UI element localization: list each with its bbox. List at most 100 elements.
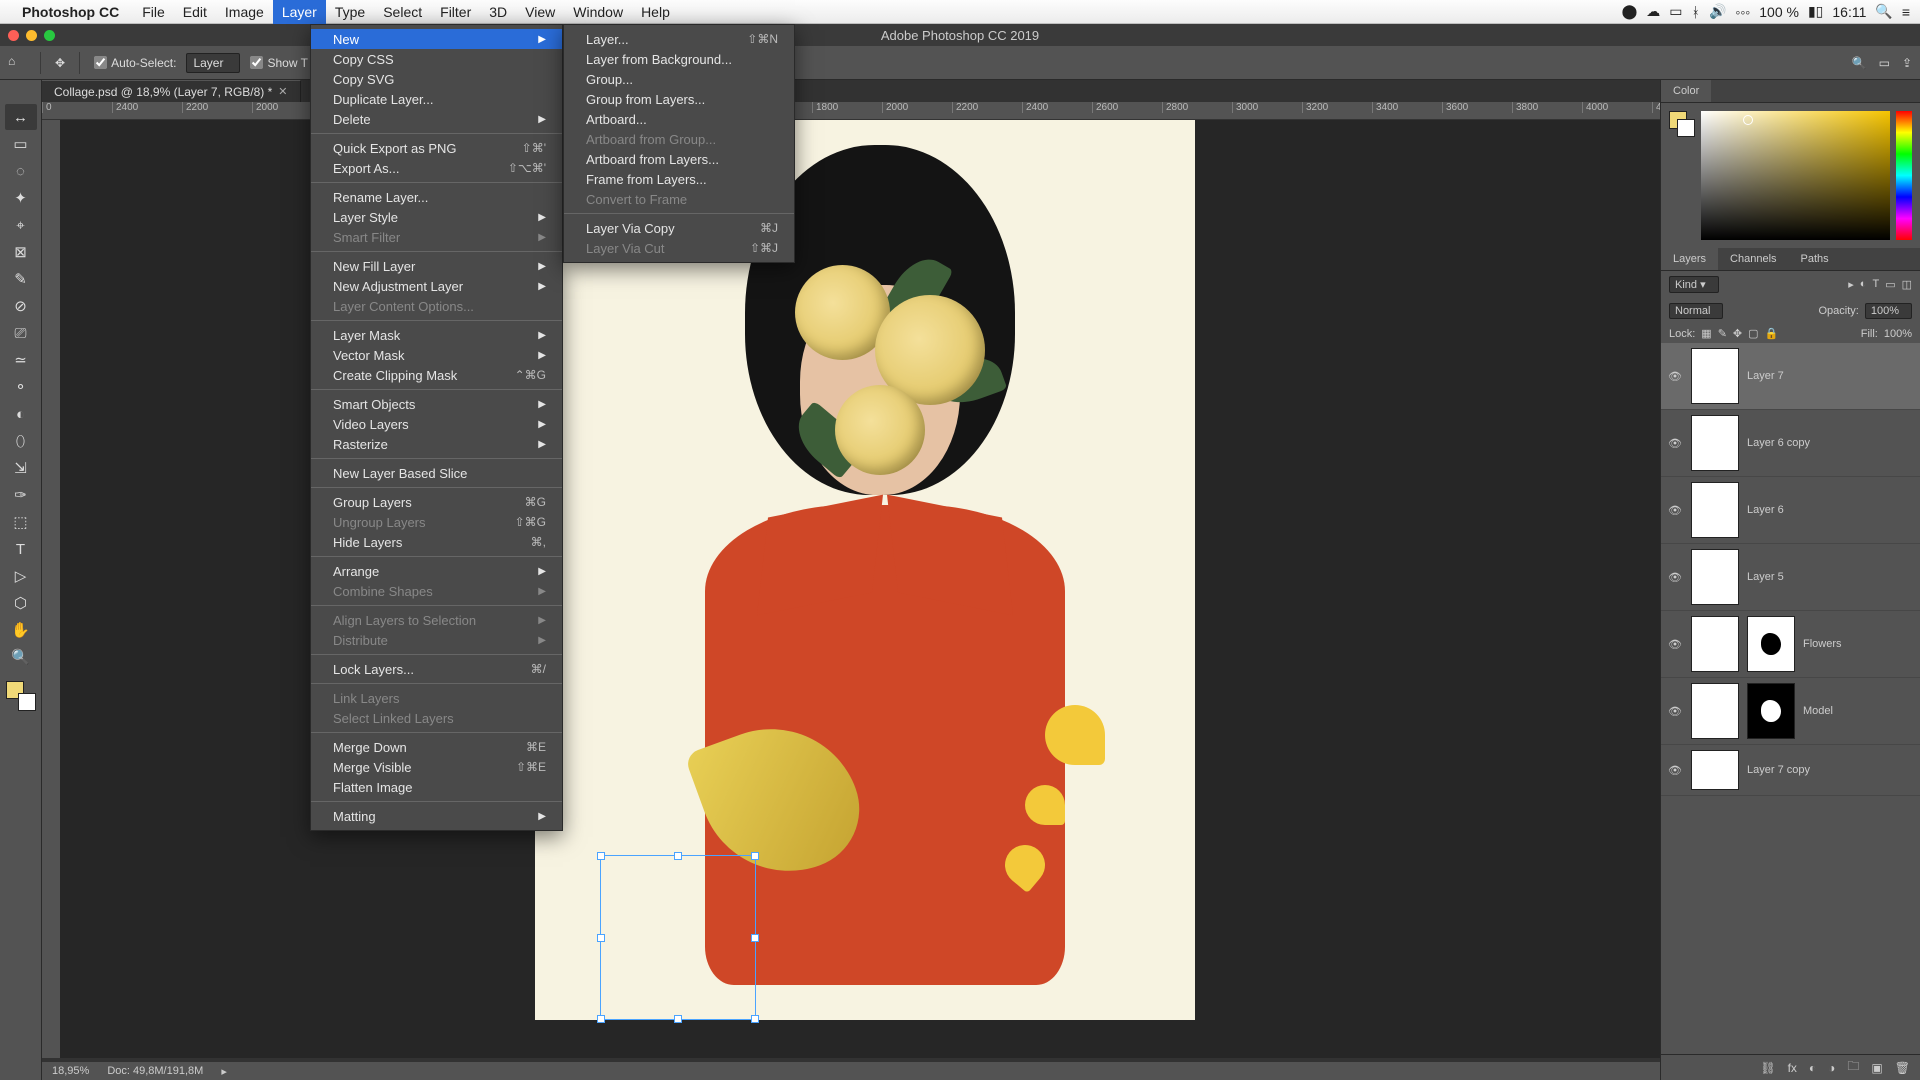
menu-image[interactable]: Image bbox=[216, 0, 273, 24]
show-transform-checkbox[interactable]: Show T bbox=[250, 56, 307, 70]
auto-select-checkbox[interactable]: Auto-Select: bbox=[94, 56, 176, 70]
menu-edit[interactable]: Edit bbox=[174, 0, 216, 24]
menu-item[interactable]: Merge Down⌘E bbox=[311, 737, 562, 757]
menu-select[interactable]: Select bbox=[374, 0, 431, 24]
layer-name[interactable]: Layer 5 bbox=[1747, 571, 1914, 583]
filter-pixel-icon[interactable]: ▸ bbox=[1848, 278, 1854, 291]
tool-11[interactable]: ◐ bbox=[5, 401, 37, 427]
filter-shape-icon[interactable]: ▭ bbox=[1885, 278, 1895, 291]
menu-item[interactable]: Artboard from Layers... bbox=[564, 149, 794, 169]
filter-smart-icon[interactable]: ◫ bbox=[1902, 278, 1912, 291]
menu-item[interactable]: Layer from Background... bbox=[564, 49, 794, 69]
doc-size[interactable]: Doc: 49,8M/191,8M bbox=[107, 1065, 203, 1077]
tool-18[interactable]: ⬡ bbox=[5, 590, 37, 616]
menu-item[interactable]: Delete▶ bbox=[311, 109, 562, 129]
layer-mask-thumb[interactable] bbox=[1747, 683, 1795, 739]
share-icon[interactable]: ⇪ bbox=[1902, 56, 1912, 70]
search-icon[interactable]: 🔍 bbox=[1852, 56, 1867, 70]
filter-adjust-icon[interactable]: ◐ bbox=[1860, 278, 1867, 291]
lock-position-icon[interactable]: ✥ bbox=[1733, 327, 1742, 340]
menu-filter[interactable]: Filter bbox=[431, 0, 480, 24]
menu-item[interactable]: New Adjustment Layer▶ bbox=[311, 276, 562, 296]
filter-kind[interactable]: Kind ▾ bbox=[1669, 276, 1719, 293]
adjustment-layer-icon[interactable]: ◑ bbox=[1828, 1061, 1835, 1075]
tool-0[interactable]: ↔ bbox=[5, 104, 37, 130]
layer-row[interactable]: 👁 Layer 5 bbox=[1661, 544, 1920, 611]
layer-name[interactable]: Layer 6 copy bbox=[1747, 437, 1914, 449]
menu-item[interactable]: Matting▶ bbox=[311, 806, 562, 826]
clock[interactable]: 16:11 bbox=[1832, 4, 1866, 20]
transform-box[interactable] bbox=[600, 855, 756, 1020]
layer-mask-thumb[interactable] bbox=[1747, 616, 1795, 672]
color-field[interactable] bbox=[1701, 111, 1890, 240]
menu-item[interactable]: Export As...⇧⌥⌘' bbox=[311, 158, 562, 178]
menu-item[interactable]: Flatten Image bbox=[311, 777, 562, 797]
menu-layer[interactable]: Layer bbox=[273, 0, 326, 24]
menu-window[interactable]: Window bbox=[564, 0, 632, 24]
close-tab-icon[interactable]: ✕ bbox=[278, 85, 287, 98]
fill-value[interactable]: 100% bbox=[1884, 328, 1912, 340]
layer-fx-icon[interactable]: fx bbox=[1788, 1061, 1797, 1075]
tab-paths[interactable]: Paths bbox=[1789, 248, 1841, 270]
visibility-icon[interactable]: 👁 bbox=[1667, 764, 1683, 777]
layer-thumb[interactable] bbox=[1691, 549, 1739, 605]
menu-item[interactable]: Group Layers⌘G bbox=[311, 492, 562, 512]
menu-item[interactable]: Merge Visible⇧⌘E bbox=[311, 757, 562, 777]
tool-9[interactable]: ≃ bbox=[5, 347, 37, 373]
group-icon[interactable]: 🗀 bbox=[1847, 1057, 1859, 1078]
tool-10[interactable]: ⚬ bbox=[5, 374, 37, 400]
menu-help[interactable]: Help bbox=[632, 0, 679, 24]
menu-item[interactable]: New Fill Layer▶ bbox=[311, 256, 562, 276]
tool-17[interactable]: ▷ bbox=[5, 563, 37, 589]
layer-mask-icon[interactable]: ◐ bbox=[1809, 1061, 1816, 1075]
tool-7[interactable]: ⊘ bbox=[5, 293, 37, 319]
tool-16[interactable]: T bbox=[5, 536, 37, 562]
lock-transparent-icon[interactable]: ▦ bbox=[1701, 327, 1711, 340]
menu-item[interactable]: Duplicate Layer... bbox=[311, 89, 562, 109]
tool-14[interactable]: ✑ bbox=[5, 482, 37, 508]
layer-name[interactable]: Layer 6 bbox=[1747, 504, 1914, 516]
layer-thumb[interactable] bbox=[1691, 482, 1739, 538]
layer-thumb[interactable] bbox=[1691, 750, 1739, 790]
app-name[interactable]: Photoshop CC bbox=[22, 4, 119, 20]
menu-item[interactable]: Copy SVG bbox=[311, 69, 562, 89]
tool-8[interactable]: ⎚ bbox=[5, 320, 37, 346]
status-arrow-icon[interactable]: ▸ bbox=[221, 1065, 227, 1078]
layer-name[interactable]: Model bbox=[1803, 705, 1914, 717]
bluetooth-icon[interactable]: ᚼ bbox=[1692, 4, 1700, 20]
visibility-icon[interactable]: 👁 bbox=[1667, 571, 1683, 584]
visibility-icon[interactable]: 👁 bbox=[1667, 705, 1683, 718]
menu-item[interactable]: Hide Layers⌘, bbox=[311, 532, 562, 552]
auto-select-mode[interactable]: Layer bbox=[186, 53, 240, 73]
bg-swatch[interactable] bbox=[18, 693, 36, 711]
layer-row[interactable]: 👁Flowers bbox=[1661, 611, 1920, 678]
home-icon[interactable]: ⌂ bbox=[8, 54, 26, 72]
layer-thumb[interactable] bbox=[1691, 415, 1739, 471]
link-layers-icon[interactable]: ⛓ bbox=[1760, 1061, 1775, 1075]
tool-12[interactable]: ⬯ bbox=[5, 428, 37, 454]
menu-item[interactable]: New Layer Based Slice bbox=[311, 463, 562, 483]
battery-icon[interactable]: ▮▯ bbox=[1808, 3, 1823, 20]
menu-3d[interactable]: 3D bbox=[480, 0, 516, 24]
tool-1[interactable]: ▭ bbox=[5, 131, 37, 157]
menu-item[interactable]: Layer Mask▶ bbox=[311, 325, 562, 345]
visibility-icon[interactable]: 👁 bbox=[1667, 638, 1683, 651]
delete-layer-icon[interactable]: 🗑 bbox=[1895, 1061, 1910, 1075]
control-center-icon[interactable]: ≡ bbox=[1902, 4, 1910, 20]
tool-19[interactable]: ✋ bbox=[5, 617, 37, 643]
menu-item[interactable]: Layer...⇧⌘N bbox=[564, 29, 794, 49]
status-icon[interactable]: ⬤ bbox=[1622, 3, 1638, 20]
tool-5[interactable]: ⊠ bbox=[5, 239, 37, 265]
menu-item[interactable]: Group... bbox=[564, 69, 794, 89]
move-tool-icon[interactable]: ✥ bbox=[55, 56, 65, 70]
tool-20[interactable]: 🔍 bbox=[5, 644, 37, 670]
menu-item[interactable]: Artboard... bbox=[564, 109, 794, 129]
menu-item[interactable]: Rasterize▶ bbox=[311, 434, 562, 454]
layer-row[interactable]: 👁Layer 7 bbox=[1661, 343, 1920, 410]
menu-item[interactable]: Smart Objects▶ bbox=[311, 394, 562, 414]
ruler-vertical[interactable] bbox=[42, 120, 60, 1058]
menu-item[interactable]: Arrange▶ bbox=[311, 561, 562, 581]
layer-thumb[interactable] bbox=[1691, 616, 1739, 672]
menu-item[interactable]: Video Layers▶ bbox=[311, 414, 562, 434]
canvas-area[interactable] bbox=[60, 120, 1660, 1058]
